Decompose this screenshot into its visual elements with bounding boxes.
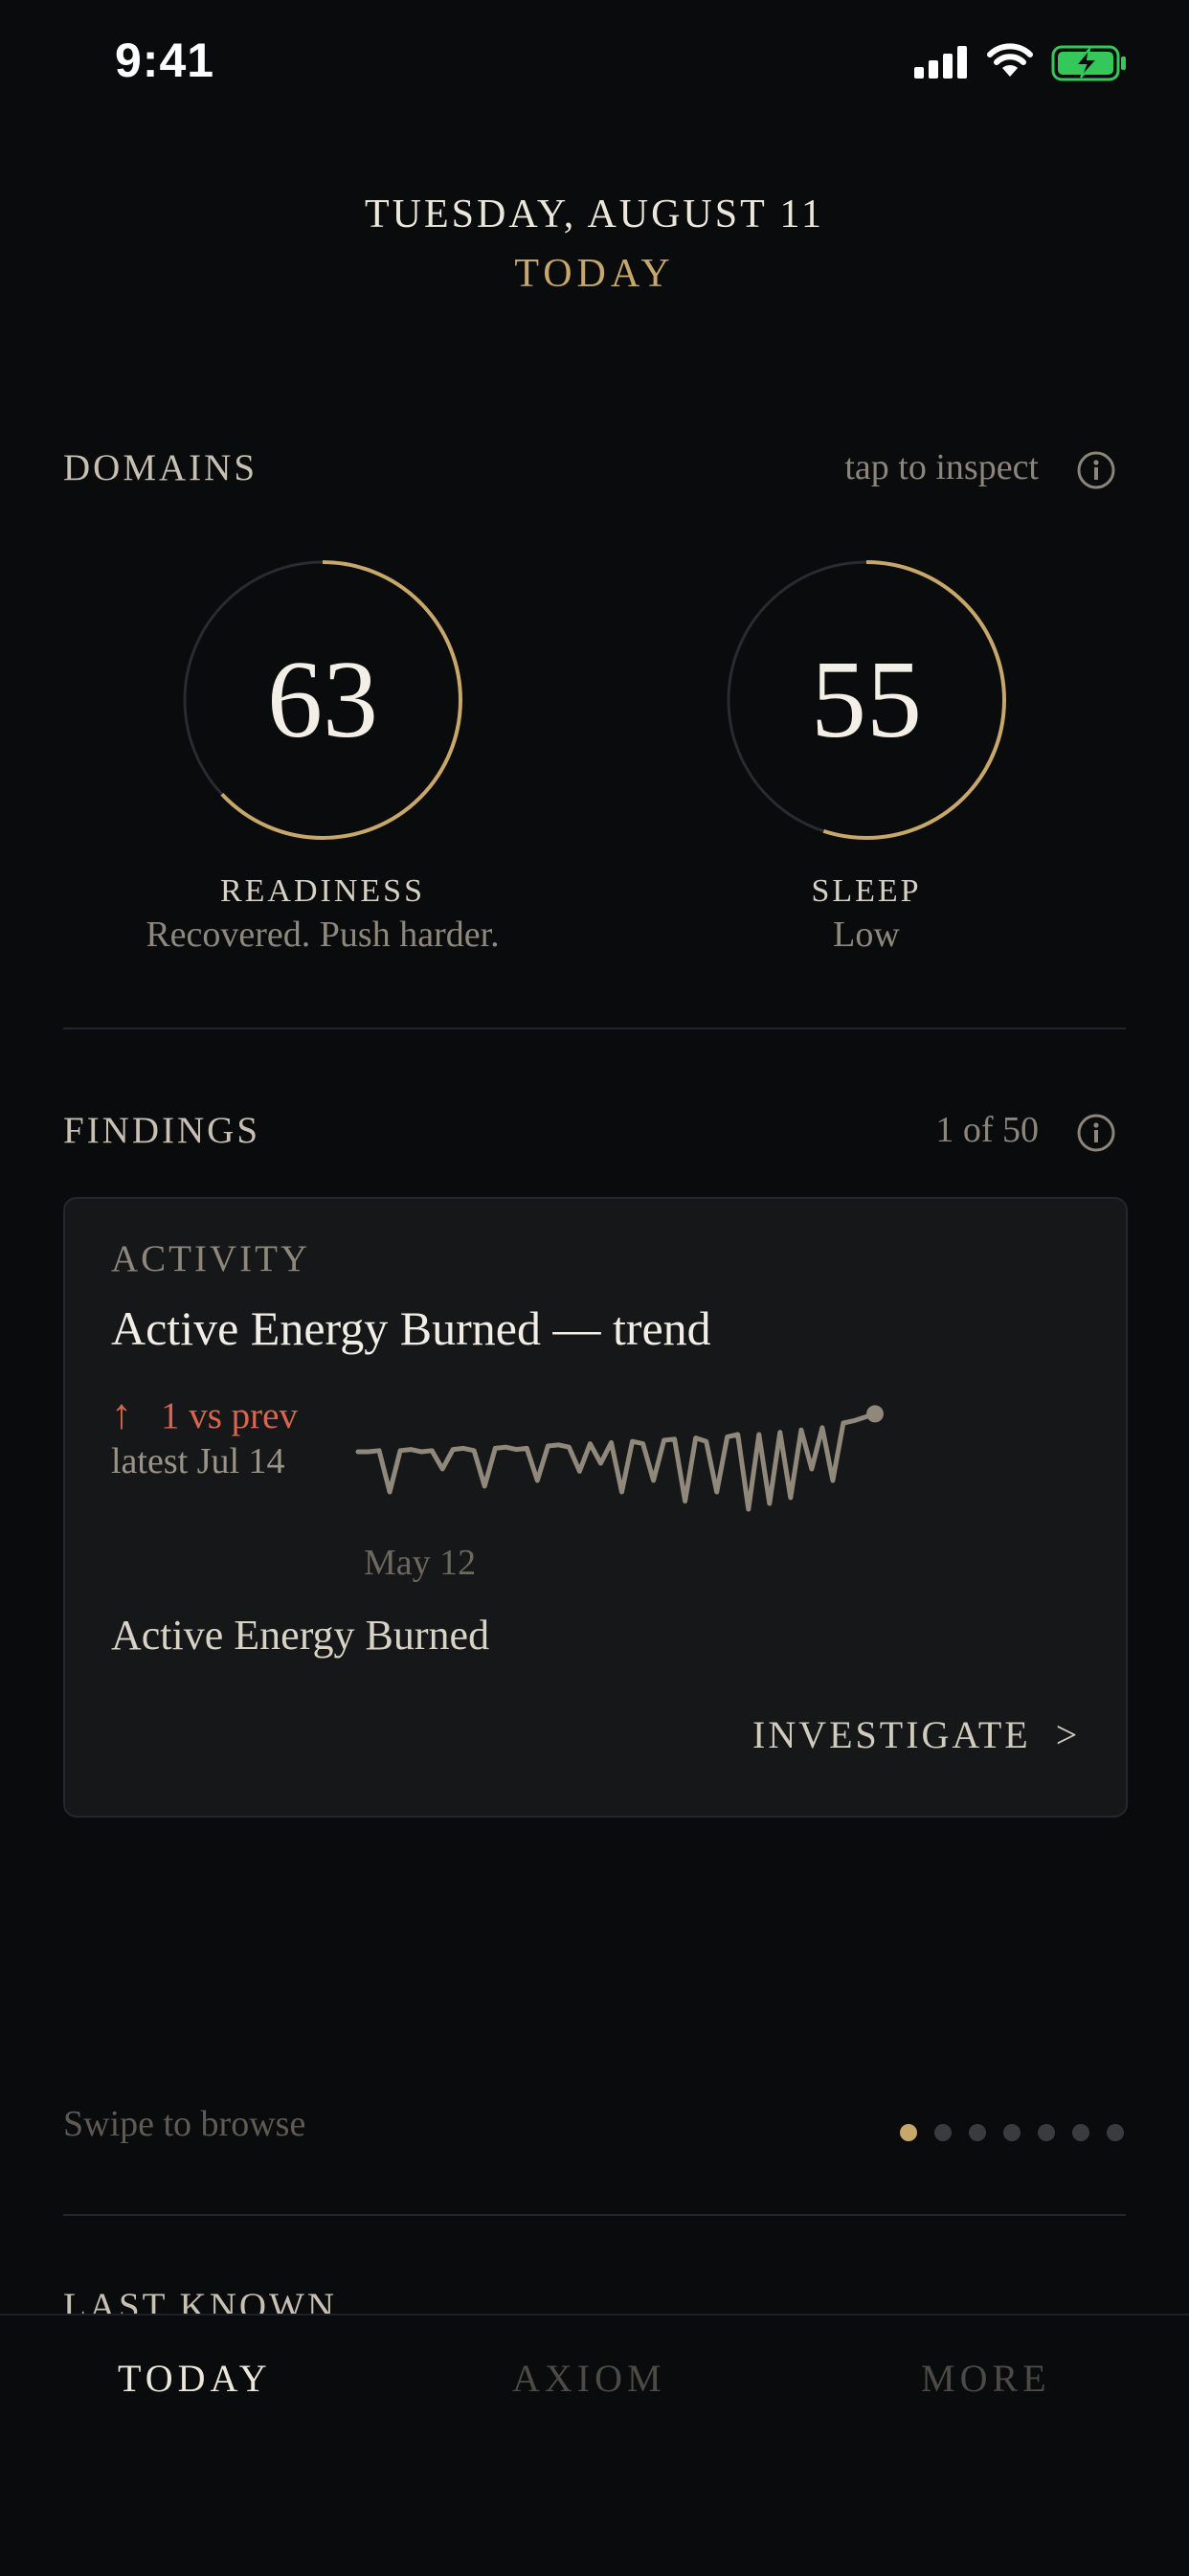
sparkline-series <box>355 1411 878 1512</box>
page-dot[interactable] <box>1107 2124 1124 2141</box>
tab-more[interactable]: MORE <box>921 2356 1051 2401</box>
tap-to-inspect-hint: tap to inspect <box>844 447 1039 487</box>
info-icon[interactable] <box>1076 450 1116 490</box>
findings-section-title: FINDINGS <box>63 1110 261 1151</box>
current-date: TUESDAY, AUGUST 11 <box>365 192 824 237</box>
info-icon[interactable] <box>1076 1113 1116 1153</box>
section-divider <box>63 1028 1126 1029</box>
battery-charging-icon <box>1051 45 1126 81</box>
trend-sparkline <box>355 1405 884 1512</box>
findings-count: 1 of 50 <box>935 1110 1039 1150</box>
status-time: 9:41 <box>115 34 215 87</box>
page-dot[interactable] <box>1003 2124 1021 2141</box>
today-label: TODAY <box>514 252 675 296</box>
finding-card[interactable]: ACTIVITY Active Energy Burned — trend ↑ … <box>63 1197 1128 1818</box>
cellular-signal-icon <box>914 46 967 79</box>
page-dot[interactable] <box>900 2124 917 2141</box>
readiness-ring[interactable]: 63 <box>182 559 463 841</box>
finding-category: ACTIVITY <box>111 1238 311 1279</box>
domains-section-title: DOMAINS <box>63 447 258 488</box>
sleep-status: Low <box>833 915 900 955</box>
tab-today[interactable]: TODAY <box>118 2356 272 2401</box>
page-dot[interactable] <box>1038 2124 1055 2141</box>
page-dot[interactable] <box>969 2124 986 2141</box>
finding-delta: 1 vs prev <box>161 1395 298 1436</box>
tab-axiom[interactable]: AXIOM <box>512 2356 666 2401</box>
finding-latest-date: latest Jul 14 <box>111 1441 285 1481</box>
page-dot[interactable] <box>934 2124 952 2141</box>
page-dot[interactable] <box>1072 2124 1089 2141</box>
trend-up-arrow-icon: ↑ <box>111 1390 132 1437</box>
sleep-ring[interactable]: 55 <box>726 559 1007 841</box>
tab-bar: TODAY AXIOM MORE <box>0 2314 1189 2576</box>
page-indicator[interactable] <box>900 2124 1124 2141</box>
finding-metric-name: Active Energy Burned <box>111 1612 490 1659</box>
sparkline-start-label: May 12 <box>364 1543 477 1583</box>
readiness-score: 63 <box>267 639 378 761</box>
swipe-hint: Swipe to browse <box>63 2104 306 2144</box>
wifi-icon <box>987 43 1033 77</box>
sparkline-latest-point <box>866 1405 884 1423</box>
readiness-label: READINESS <box>219 873 426 909</box>
section-divider <box>63 2214 1126 2216</box>
readiness-status: Recovered. Push harder. <box>146 915 500 955</box>
sleep-label: SLEEP <box>811 873 922 909</box>
finding-title: Active Energy Burned — trend <box>111 1301 711 1355</box>
investigate-button[interactable]: INVESTIGATE > <box>752 1712 1080 1757</box>
sleep-score: 55 <box>811 639 922 761</box>
